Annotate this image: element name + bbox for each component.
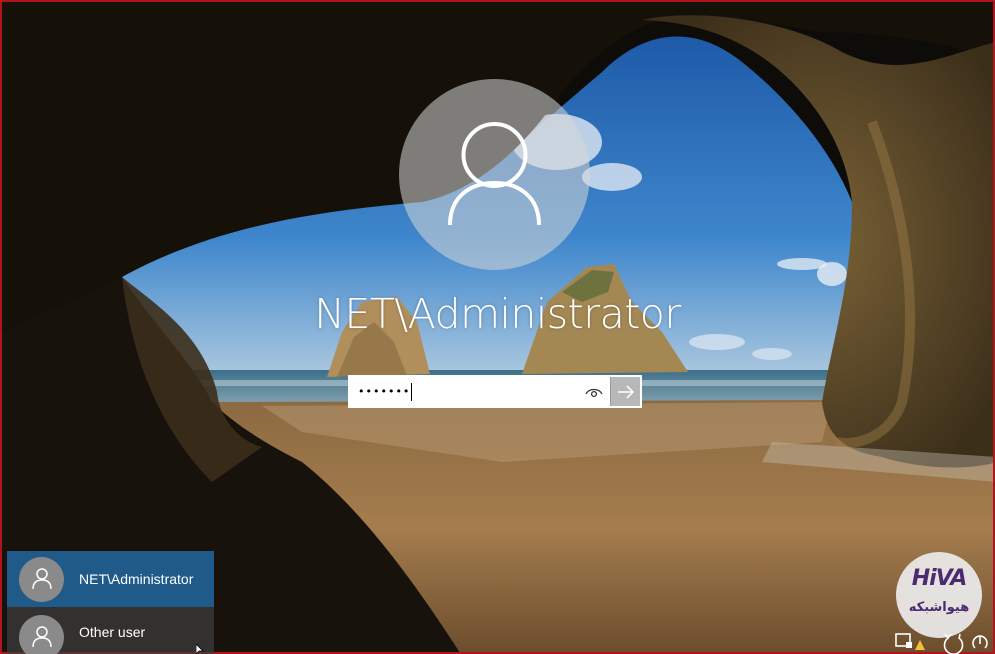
system-tray: [893, 628, 993, 654]
user-switcher: NET\Administrator Other user: [7, 551, 214, 654]
user-icon: [19, 556, 64, 602]
power-icon[interactable]: [972, 635, 988, 649]
submit-button[interactable]: [610, 377, 640, 406]
password-box: •••••••: [348, 375, 642, 408]
user-item-other-user[interactable]: Other user: [7, 607, 214, 654]
logo-text: هیواشبکه: [908, 600, 970, 615]
user-avatar: [399, 79, 590, 270]
user-item-label: Other user: [79, 624, 146, 640]
account-name: NET\Administrator: [314, 290, 681, 338]
user-icon: [19, 614, 64, 654]
network-icon[interactable]: [895, 633, 925, 650]
password-input[interactable]: •••••••: [350, 377, 610, 406]
watermark-logo: HiVA هیواشبکه: [896, 552, 982, 638]
logo-mark: HiVA: [911, 566, 968, 591]
password-mask: •••••••: [358, 385, 411, 398]
user-item-label: NET\Administrator: [79, 571, 194, 587]
ease-of-access-icon[interactable]: [943, 633, 964, 654]
user-item-net-administrator[interactable]: NET\Administrator: [7, 551, 214, 607]
text-caret: [411, 382, 413, 401]
mouse-pointer-icon: [196, 644, 204, 654]
eye-icon[interactable]: [584, 384, 604, 400]
user-silhouette-icon: [448, 122, 541, 226]
arrow-right-icon: [617, 384, 634, 399]
